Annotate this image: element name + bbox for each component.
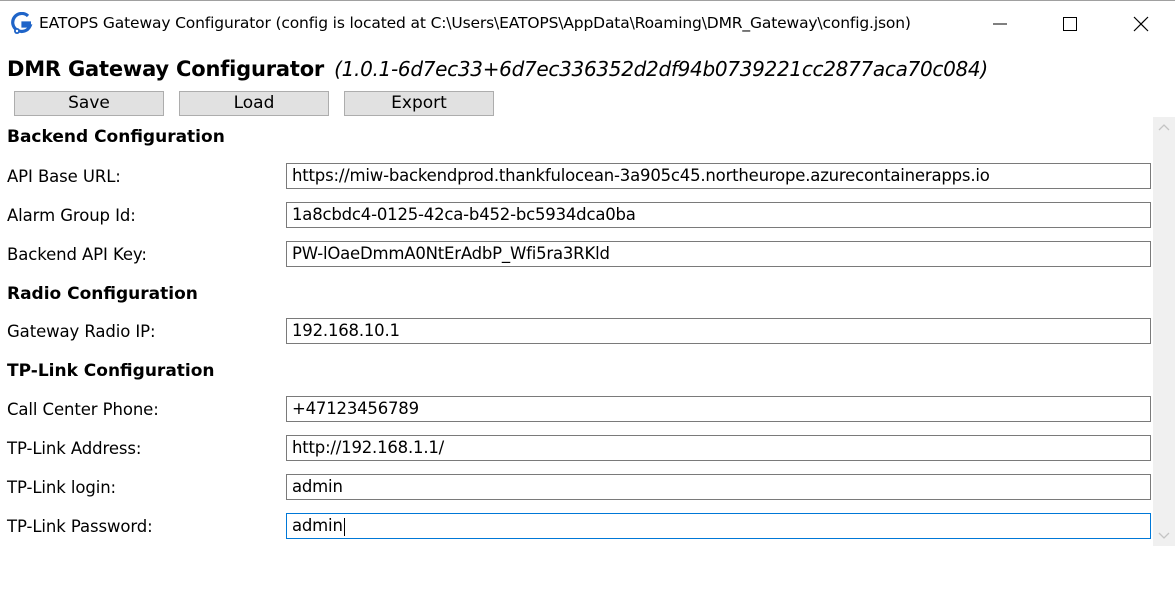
text-caret — [343, 517, 345, 536]
app-name: DMR Gateway Configurator — [7, 57, 325, 81]
tplink-password-input[interactable]: admin — [286, 513, 1151, 539]
section-title-radio: Radio Configuration — [7, 284, 198, 304]
tplink-address-input[interactable]: http://192.168.1.1/ — [286, 435, 1151, 461]
api-base-url-label: API Base URL: — [7, 167, 121, 186]
export-button[interactable]: Export — [344, 91, 494, 116]
app-heading: DMR Gateway Configurator (1.0.1-6d7ec33+6… — [7, 57, 988, 81]
gateway-radio-ip-label: Gateway Radio IP: — [7, 322, 156, 341]
gateway-radio-ip-input[interactable]: 192.168.10.1 — [286, 318, 1151, 344]
call-center-phone-label: Call Center Phone: — [7, 400, 159, 419]
tplink-address-label: TP-Link Address: — [7, 439, 142, 458]
scroll-down-button[interactable] — [1153, 524, 1175, 546]
api-base-url-input[interactable]: https://miw-backendprod.thankfulocean-3a… — [286, 163, 1151, 189]
call-center-phone-input[interactable]: +47123456789 — [286, 396, 1151, 422]
tplink-password-value: admin — [292, 516, 343, 535]
save-button[interactable]: Save — [14, 91, 164, 116]
backend-api-key-input[interactable]: PW-lOaeDmmA0NtErAdbP_Wfi5ra3RKld — [286, 241, 1151, 267]
load-button[interactable]: Load — [179, 91, 329, 116]
section-title-backend: Backend Configuration — [7, 127, 225, 147]
close-icon — [1133, 16, 1149, 32]
app-version: (1.0.1-6d7ec33+6d7ec336352d2df94b0739221… — [334, 57, 988, 81]
scroll-up-button[interactable] — [1153, 117, 1175, 139]
alarm-group-id-input[interactable]: 1a8cbdc4-0125-42ca-b452-bc5934dca0ba — [286, 202, 1151, 228]
chevron-down-icon — [1158, 532, 1170, 539]
tplink-password-label: TP-Link Password: — [7, 517, 153, 536]
section-title-tplink: TP-Link Configuration — [7, 361, 215, 381]
tplink-login-label: TP-Link login: — [7, 478, 117, 497]
maximize-button[interactable] — [1036, 1, 1104, 47]
backend-api-key-label: Backend API Key: — [7, 245, 147, 264]
minimize-icon — [993, 23, 1007, 25]
close-button[interactable] — [1107, 1, 1175, 47]
vertical-scrollbar[interactable] — [1153, 117, 1175, 546]
maximize-icon — [1063, 17, 1077, 31]
tplink-login-input[interactable]: admin — [286, 474, 1151, 500]
app-logo-icon — [11, 12, 33, 34]
chevron-up-icon — [1158, 124, 1170, 131]
window-title: EATOPS Gateway Configurator (config is l… — [39, 14, 911, 32]
minimize-button[interactable] — [966, 1, 1034, 47]
window-titlebar[interactable]: EATOPS Gateway Configurator (config is l… — [0, 0, 1175, 46]
alarm-group-id-label: Alarm Group Id: — [7, 206, 136, 225]
